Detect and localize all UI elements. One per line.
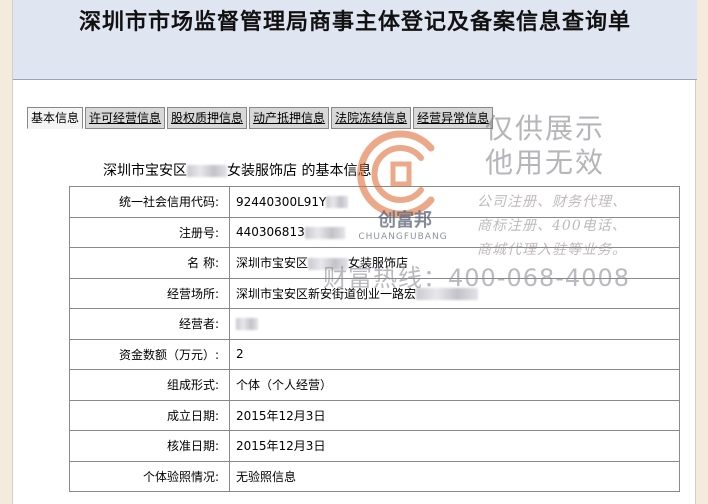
redacted-mark [187, 165, 227, 177]
tab-bar: 基本信息 许可经营信息 股权质押信息 动产抵押信息 法院冻结信息 经营异常信息 [27, 107, 495, 129]
name-value-prefix: 深圳市宝安区 [236, 256, 309, 271]
tab-equity-pledge[interactable]: 股权质押信息 [167, 107, 248, 129]
redacted-mark [416, 288, 479, 301]
tab-abnormal-operation[interactable]: 经营异常信息 [413, 107, 494, 129]
established-date-value: 2015年12月3日 [229, 399, 680, 431]
table-row: 成立日期: 2015年12月3日 [69, 399, 680, 431]
credit-code-value: 92440300L91Y [236, 194, 327, 209]
page-title: 深圳市市场监督管理局商事主体登记及备案信息查询单 [78, 10, 631, 35]
section-title: 深圳市宝安区 女装服饰店 的基本信息 [103, 160, 371, 180]
row-key: 个体验照情况: [69, 460, 230, 492]
page-header: 深圳市市场监督管理局商事主体登记及备案信息查询单 [13, 0, 697, 80]
row-key: 注册号: [69, 216, 230, 248]
row-value [229, 308, 680, 340]
address-value: 深圳市宝安区新安街道创业一路宏 [236, 286, 417, 301]
row-key: 组成形式: [69, 369, 230, 401]
tab-chattel-mortgage[interactable]: 动产抵押信息 [249, 107, 330, 129]
tab-license-info[interactable]: 许可经营信息 [85, 107, 166, 129]
tab-court-freeze[interactable]: 法院冻结信息 [331, 107, 412, 129]
table-row: 组成形式: 个体（个人经营） [69, 369, 680, 401]
tab-basic-info[interactable]: 基本信息 [27, 107, 84, 129]
row-key: 核准日期: [69, 430, 230, 462]
basic-info-table: 统一社会信用代码: 92440300L91Y 注册号: 440306813 名 … [69, 186, 680, 492]
row-key: 经营者: [69, 308, 230, 340]
table-row: 名 称: 深圳市宝安区 女装服饰店 [69, 247, 680, 279]
row-key: 统一社会信用代码: [69, 186, 230, 218]
row-value: 92440300L91Y [229, 186, 680, 218]
table-row: 核准日期: 2015年12月3日 [69, 430, 680, 462]
capital-value: 2 [229, 338, 680, 370]
table-row: 经营场所: 深圳市宝安区新安街道创业一路宏 [69, 277, 680, 309]
table-row: 资金数额（万元）: 2 [69, 338, 680, 370]
section-title-suffix: 女装服饰店 的基本信息 [227, 163, 372, 179]
redacted-mark [304, 226, 345, 239]
reg-number-value: 440306813 [236, 225, 305, 240]
row-value: 深圳市宝安区新安街道创业一路宏 [229, 277, 680, 309]
table-row: 统一社会信用代码: 92440300L91Y [69, 186, 680, 218]
table-row: 个体验照情况: 无验照信息 [69, 460, 680, 492]
table-row: 经营者: [69, 308, 680, 340]
query-document: 深圳市市场监督管理局商事主体登记及备案信息查询单 基本信息 许可经营信息 股权质… [12, 0, 697, 504]
name-value-suffix: 女装服饰店 [348, 256, 409, 271]
form-value: 个体（个人经营） [229, 369, 680, 401]
redacted-mark [308, 257, 349, 270]
row-key: 名 称: [69, 247, 230, 279]
table-row: 注册号: 440306813 [69, 216, 680, 248]
row-key: 经营场所: [69, 277, 230, 309]
inspection-value: 无验照信息 [229, 460, 680, 492]
row-value: 深圳市宝安区 女装服饰店 [229, 247, 680, 279]
watermark-line-1: 仅供展示 [485, 112, 606, 145]
watermark-display-only: 仅供展示 他用无效 [485, 112, 605, 180]
row-value: 440306813 [229, 216, 680, 248]
row-key: 成立日期: [69, 399, 230, 431]
approval-date-value: 2015年12月3日 [229, 430, 680, 462]
section-title-prefix: 深圳市宝安区 [103, 163, 187, 179]
row-key: 资金数额（万元）: [69, 338, 230, 370]
redacted-mark [326, 196, 349, 209]
redacted-mark [236, 318, 258, 331]
watermark-line-2: 他用无效 [485, 146, 606, 179]
